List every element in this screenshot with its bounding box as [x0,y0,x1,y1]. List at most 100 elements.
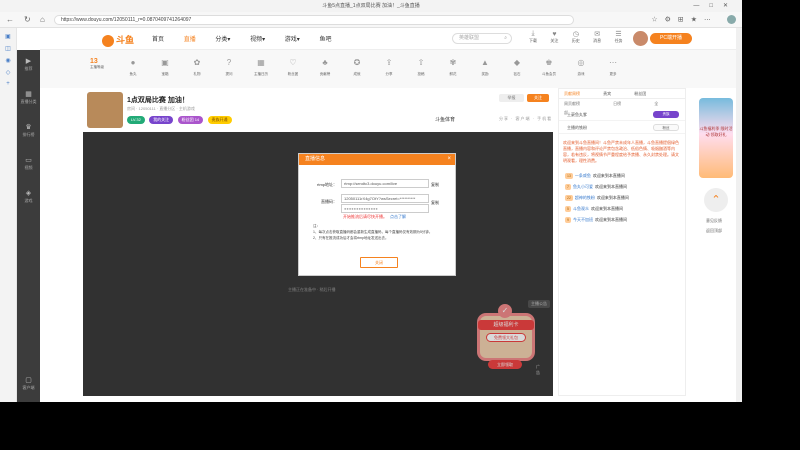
sidebar-item-video[interactable]: ▭ 视频 [17,149,40,182]
nav-yuba[interactable]: 鱼吧 [319,37,331,43]
gift-item[interactable]: ⇪ 分享 [378,57,400,77]
gift-item[interactable]: ✪ 成就 [346,57,368,77]
upload-icon: ⇧ [417,58,425,67]
gift-item[interactable]: ✾ 鲜花 [442,57,464,77]
dialog-header: 直播信息 × [299,154,455,165]
edge-tab-icon[interactable]: ◇ [0,69,16,76]
learn-more-link[interactable]: 点击了解 [390,214,406,219]
window-controls[interactable]: —□✕ [693,0,738,12]
gift-item[interactable]: ♚ 斗鱼会员 [538,57,560,77]
question-icon: ? [226,58,232,67]
user-avatar[interactable] [633,31,648,46]
stream-info-dialog: 直播信息 × rtmp地址： rtmp://sendtc3.douyu.com/… [298,153,456,276]
refresh-icon[interactable]: ↻ [24,14,31,26]
edge-tab-icon[interactable]: ▣ [0,33,16,40]
gift-item[interactable]: ● 鱼丸 [122,57,144,77]
fans-badge[interactable]: 粉丝团 14 [177,116,204,124]
nav-home[interactable]: 首页 [152,37,164,43]
subtab-day[interactable]: 日榜 [613,101,621,106]
url-field[interactable]: https://www.douyu.com/12050111_r=0.08704… [54,15,574,25]
share-icon: ⇪ [385,58,393,67]
more-icon: ⋯ [609,58,617,67]
rank-icon: ♛ [25,124,32,131]
chat-message: 22 超神的铁粉 欢迎来到本直播间 [565,195,629,201]
gift-toolbar: 13 主播等级 ● 鱼丸 ▣ 宝箱 ✿ 礼物 ? 提问 ▦ 主播日历 ♡ 粉丝团 ♣ 贡献榜 ✪… [40,50,742,88]
rtmp-address-field[interactable]: rtmp://sendtc3.douyu.com/live [341,179,429,188]
rank-item[interactable]: 主播的铁粉 粉丝 [559,121,685,134]
gift-item[interactable]: ♣ 贡献榜 [314,57,336,77]
history-button[interactable]: ◷ 历史 [567,30,585,44]
nav-live[interactable]: 直播 [184,37,196,43]
promo-banner[interactable]: 斗鱼福利季 限时活动 领取好礼 [699,98,733,178]
sidebar-item-app[interactable]: ▢ 客户端 [17,369,40,402]
gift-item[interactable]: ◆ 钻石 [506,57,528,77]
search-input[interactable]: 英雄联盟 ⌕ [452,33,512,44]
edge-sidebar: ▣ ◫ ◉ ◇ + [0,28,17,402]
gift-item[interactable]: ? 提问 [218,57,240,77]
tab-weekly[interactable]: 贡献周榜 [564,91,580,96]
edge-tab-icon[interactable]: ◉ [0,57,16,64]
search-icon[interactable]: ⌕ [504,34,507,43]
copy-key-button[interactable]: 复制 [431,200,439,206]
pc-live-button[interactable]: PC端开播 [650,33,692,44]
stream-key-field-2[interactable]: ●●●●●●●●●●●●●● [341,204,429,213]
sidebar-item-rank[interactable]: ♛ 排行榜 [17,116,40,149]
download-button[interactable]: ⤓ 下载 [524,30,542,44]
browser-toolbar-icons[interactable]: ☆⚙⊞★⋯ [651,15,736,25]
gift-item[interactable]: ◎ 游戏 [570,57,592,77]
right-promo-column: 斗鱼福利季 限时活动 领取好礼 ⌃ 意见反馈 返回顶部 [686,88,742,396]
gift-item[interactable]: ♡ 粉丝团 [282,57,304,77]
back-to-top-link[interactable]: 返回顶部 [692,228,736,234]
profile-avatar[interactable] [727,15,736,24]
download-icon: ⤓ [531,30,535,37]
back-icon[interactable]: ← [6,14,14,26]
sidebar-item-category[interactable]: ▦ 直播分类 [17,83,40,116]
subtab-week[interactable]: 周贡献榜 [564,101,580,106]
gift-item[interactable]: ▦ 主播日历 [250,57,272,77]
room-tools[interactable]: 分享 · 客户端 · 手机看 [499,116,552,122]
gift-item[interactable]: ✿ 礼物 [186,57,208,77]
feedback-link[interactable]: 意见反馈 [692,218,736,224]
douyu-logo[interactable]: 斗鱼 [102,33,134,47]
copy-rtmp-button[interactable]: 复制 [431,182,439,188]
yuwan-icon: ● [130,58,136,67]
chat-message: 13 一条咸鱼 欢迎来到本直播间 [565,173,625,179]
noble-badge[interactable]: 贵族开通 [207,116,232,124]
room-header: 1点双局比赛 加油！ 房间 · 12050111 · 直播分区 · 主机游戏 L… [83,88,553,132]
nav-game[interactable]: 游戏▾ [285,37,300,43]
logo-icon [102,34,114,47]
task-button[interactable]: ☰ 任务 [610,30,628,44]
contribute-icon: ♣ [322,58,328,67]
gift-icon: ✿ [193,58,201,67]
gift-item[interactable]: ▲ 奖励 [474,57,496,77]
main-nav: 首页 直播 分类▾ 视频▾ 游戏▾ 鱼吧 [152,34,349,43]
follow-button[interactable]: 关注 [527,94,549,102]
sidebar-item-game[interactable]: ◈ 游戏 [17,182,40,215]
message-button[interactable]: ✉ 消息 [588,30,606,44]
screen: 斗鱼5点直播_1点双局比赛 加油！_斗鱼直播 —□✕ ← ↻ ⌂ https:/… [0,0,742,402]
home-icon[interactable]: ⌂ [40,14,45,26]
edge-add-icon[interactable]: + [0,81,16,87]
back-to-top-icon[interactable]: ⌃ [704,188,728,212]
chat-message: 9 今天不加班 欢迎来到本直播间 [565,217,627,223]
stream-key-field[interactable]: 12050111rX4g7OtY?wsSecret=********** [341,194,429,203]
edge-tab-icon[interactable]: ◫ [0,45,16,52]
sidebar-item-recommend[interactable]: ▶ 推荐 [17,50,40,83]
follow-button[interactable]: ♥ 关注 [545,31,563,44]
chat-tabs: 贡献周榜 贵宾 粉丝团 [559,89,685,99]
page-scrollbar[interactable] [736,28,742,402]
close-button[interactable]: 关闭 [360,257,398,268]
tab-fans[interactable]: 粉丝团 [634,91,646,96]
anchor-avatar[interactable] [87,92,123,128]
nav-video[interactable]: 视频▾ [250,37,265,43]
gift-item[interactable]: ⇧ 投稿 [410,57,432,77]
report-button[interactable]: 举报 [499,94,524,102]
close-icon[interactable]: × [447,154,451,165]
nav-category[interactable]: 分类▾ [215,37,230,43]
gift-item[interactable]: ⋯ 更多 [602,57,624,77]
gift-item[interactable]: ▣ 宝箱 [154,57,176,77]
rank-item[interactable]: 土豪鱼丸爹 贵族 [559,108,685,121]
tab-vip[interactable]: 贵宾 [603,91,611,96]
follow-badge[interactable]: 我的关注 [149,116,174,124]
window-titlebar: 斗鱼5点直播_1点双局比赛 加油！_斗鱼直播 —□✕ [0,0,742,12]
